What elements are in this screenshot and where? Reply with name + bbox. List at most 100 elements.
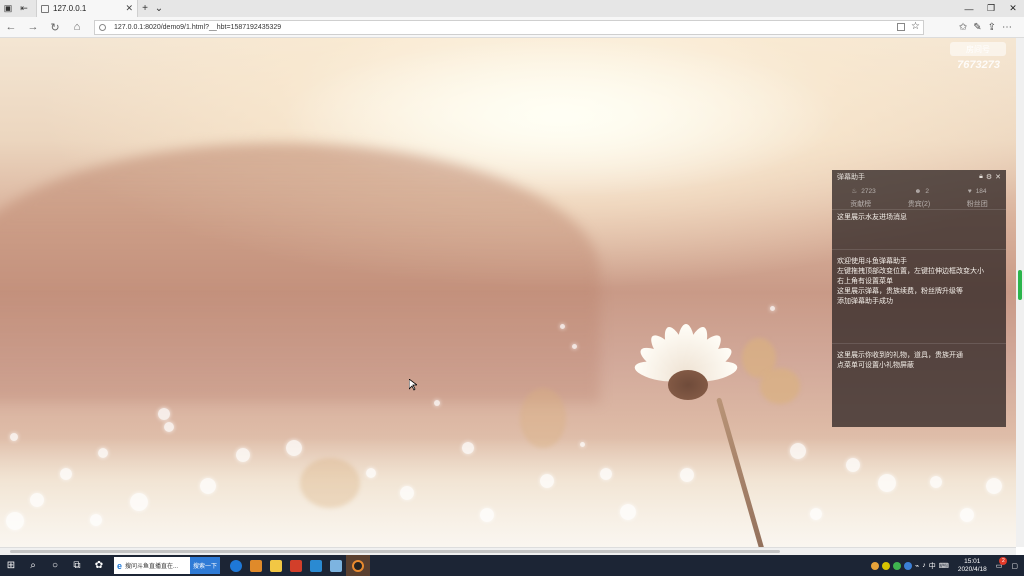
mouse-cursor-icon — [409, 379, 417, 391]
file-explorer-icon[interactable] — [266, 555, 286, 576]
panel-title: 弹幕助手 — [837, 174, 865, 181]
url-text: 127.0.0.1:8020/demo9/1.html?__hbt=158719… — [114, 24, 282, 31]
hbuilder-icon[interactable] — [286, 555, 306, 576]
ime-indicator[interactable]: 中 — [929, 561, 936, 571]
url-field[interactable]: 127.0.0.1:8020/demo9/1.html?__hbt=158719… — [94, 20, 924, 35]
welcome-text: 这里展示水友进场消息 — [837, 214, 907, 221]
chevron-down-icon[interactable]: ⌄ — [152, 3, 166, 14]
guide-line: 左键拖拽顶部改变位置，左键拉伸边框改变大小 — [837, 268, 984, 275]
tab-actions-icon[interactable]: ▣ — [0, 0, 16, 17]
tab-contribution[interactable]: 贡献榜 — [850, 199, 871, 209]
back-icon[interactable]: ← — [0, 17, 22, 38]
tab-fans[interactable]: 粉丝团 — [967, 199, 988, 209]
clock[interactable]: 15:01 2020/4/18 — [958, 558, 987, 574]
gift-line: 点菜单可设置小礼物屏蔽 — [837, 362, 914, 369]
vertical-scroll-thumb[interactable] — [1018, 270, 1022, 300]
clock-date: 2020/4/18 — [957, 565, 987, 573]
daisy-flower — [630, 324, 742, 420]
gift-section: 这里展示你收到的礼物，道具，贵族开通 点菜单可设置小礼物屏蔽 — [832, 344, 1006, 414]
welcome-section: 这里展示水友进场消息 — [832, 210, 1006, 250]
taskbar-search-button[interactable]: 搜索一下 — [190, 557, 220, 574]
minimize-icon[interactable]: — — [958, 0, 980, 17]
close-window-icon[interactable]: ✕ — [1002, 0, 1024, 17]
guide-line: 右上角有设置菜单 — [837, 278, 893, 285]
taskbar: ⊞ ⌕ ○ ⧉ ✿ e 搜问斗鱼直播直在... 搜索一下 ⌁ ♪ 中 ⌨ 15:… — [0, 555, 1024, 576]
horizontal-scrollbar[interactable] — [0, 547, 1016, 555]
tab-title: 127.0.0.1 — [53, 4, 87, 13]
browser-tab-bar: ▣ ⇤ 127.0.0.1 ✕ + ⌄ — ❐ ✕ — [0, 0, 1024, 17]
panel-stats: ♨ 2723 ☻ 2 ♥ 184 — [832, 184, 1006, 198]
home-icon[interactable]: ⌂ — [66, 17, 88, 38]
gift-line: 这里展示你收到的礼物，道具，贵族开通 — [837, 352, 963, 359]
room-number: 7673273 — [957, 59, 1000, 71]
heart-icon: ♥ — [967, 187, 972, 195]
clock-time: 15:01 — [964, 557, 981, 565]
toolbar-right: ✩ ✎ ⇪ ⋯ — [959, 17, 1012, 38]
danmaku-section: 欢迎使用斗鱼弹幕助手 左键拖拽顶部改变位置，左键拉伸边框改变大小 右上角有设置菜… — [832, 250, 1006, 344]
horizontal-scroll-thumb[interactable] — [10, 550, 780, 553]
more-icon[interactable]: ⋯ — [1002, 22, 1012, 33]
keyboard-icon[interactable]: ⌨ — [939, 562, 949, 570]
favorite-star-icon[interactable]: ☆ — [911, 21, 920, 32]
page-background-image: 房间号 7673273 弹幕助手 🔒︎ ⚙ ✕ ♨ 2723 ☻ 2 ♥ 184 贡献… — [0, 38, 1016, 547]
volume-icon[interactable]: ♪ — [922, 562, 926, 569]
address-bar-row: ← → ↻ ⌂ 127.0.0.1:8020/demo9/1.html?__hb… — [0, 17, 1024, 38]
notification-icon[interactable]: ▭ 2 — [996, 556, 1008, 570]
cortana-icon[interactable]: ○ — [44, 555, 66, 576]
edge-logo-icon: e — [117, 560, 123, 571]
assistant-icon[interactable]: ✿ — [88, 555, 110, 576]
window-controls: — ❐ ✕ — [958, 0, 1024, 17]
vertical-scrollbar[interactable] — [1016, 38, 1024, 547]
tab-vip[interactable]: 贵宾(2) — [908, 199, 931, 209]
store-icon[interactable] — [306, 555, 326, 576]
bokeh-meadow — [0, 438, 1016, 547]
danmaku-assistant-panel[interactable]: 弹幕助手 🔒︎ ⚙ ✕ ♨ 2723 ☻ 2 ♥ 184 贡献榜 贵宾(2) 粉丝团 … — [832, 170, 1006, 427]
forward-icon[interactable]: → — [22, 17, 44, 38]
taskbar-search-box[interactable]: e 搜问斗鱼直播直在... — [114, 557, 190, 574]
panel-header[interactable]: 弹幕助手 🔒︎ ⚙ ✕ — [832, 170, 1006, 184]
pen-icon[interactable]: ✎ — [973, 22, 981, 33]
favorites-icon[interactable]: ✩ — [959, 22, 967, 33]
edge-app-icon[interactable] — [226, 555, 246, 576]
taskbar-search-text: 搜问斗鱼直播直在... — [125, 564, 179, 570]
count-value: 2 — [925, 187, 929, 195]
site-info-icon[interactable] — [99, 24, 106, 31]
tray-app-icon[interactable] — [871, 561, 879, 570]
close-tab-icon[interactable]: ✕ — [125, 3, 133, 14]
guide-line: 欢迎使用斗鱼弹幕助手 — [837, 258, 907, 265]
share-icon[interactable]: ⇪ — [988, 22, 996, 33]
likes-value: 184 — [975, 187, 987, 195]
system-tray: ⌁ ♪ 中 ⌨ 15:01 2020/4/18 ▭ 2 ▢ — [871, 555, 1024, 576]
gear-icon[interactable]: ⚙ — [986, 173, 992, 181]
close-icon[interactable]: ✕ — [995, 173, 1001, 181]
flame-icon: ♨ — [851, 188, 858, 195]
tray-app-icon[interactable] — [893, 561, 901, 570]
task-view-icon[interactable]: ⧉ — [66, 555, 88, 576]
screen: ▣ ⇤ 127.0.0.1 ✕ + ⌄ — ❐ ✕ ← → ↻ ⌂ 127.0.… — [0, 0, 1024, 576]
popularity-value: 2723 — [861, 187, 876, 195]
room-badge: 房间号 — [950, 42, 1006, 56]
network-icon[interactable]: ⌁ — [915, 562, 919, 570]
guide-line: 这里展示弹幕，贵族续费，粉丝牌升级等 — [837, 288, 963, 295]
lock-icon[interactable]: 🔒︎ — [979, 173, 983, 181]
notification-badge: 2 — [999, 556, 1008, 565]
people-icon: ☻ — [914, 187, 922, 195]
start-windows-icon[interactable]: ⊞ — [0, 555, 22, 576]
blurred-hill — [0, 143, 600, 403]
search-icon[interactable]: ⌕ — [22, 555, 44, 576]
panel-tabs: 贡献榜 贵宾(2) 粉丝团 — [832, 198, 1006, 210]
set-aside-tabs-icon[interactable]: ⇤ — [16, 0, 32, 17]
app-blue-icon[interactable] — [326, 555, 346, 576]
tray-app-icon[interactable] — [904, 561, 912, 570]
page-icon — [41, 4, 49, 13]
app-orange-icon[interactable] — [246, 555, 266, 576]
refresh-icon[interactable]: ↻ — [44, 17, 66, 38]
douyu-app-icon[interactable] — [346, 555, 370, 576]
guide-line: 添加弹幕助手成功 — [837, 298, 893, 305]
action-center-icon[interactable]: ▢ — [1011, 562, 1018, 570]
tray-app-icon[interactable] — [882, 561, 890, 570]
reading-view-icon[interactable] — [897, 23, 905, 31]
new-tab-icon[interactable]: + — [138, 3, 152, 14]
restore-icon[interactable]: ❐ — [980, 0, 1002, 17]
browser-tab[interactable]: 127.0.0.1 ✕ — [36, 0, 138, 17]
